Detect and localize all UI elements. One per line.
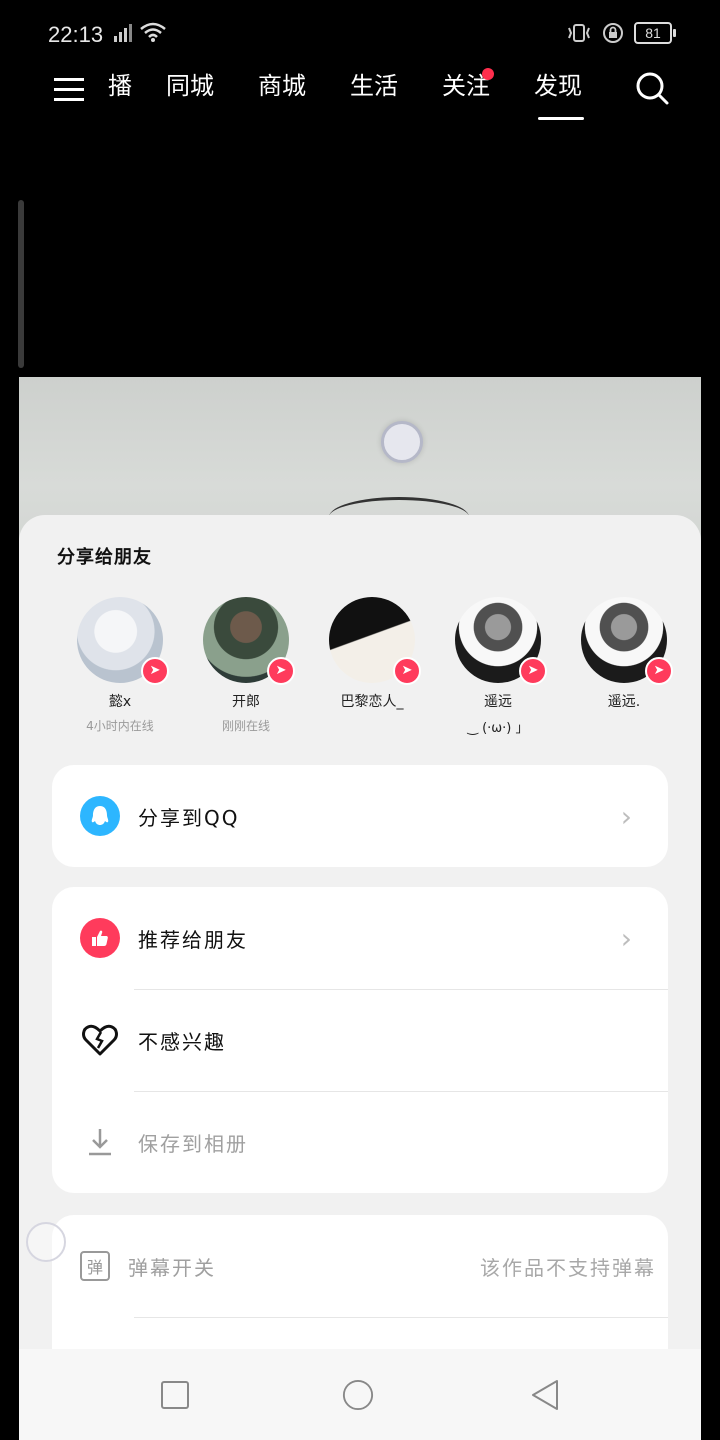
send-icon: ➤ — [141, 657, 169, 685]
tab-live[interactable]: 播 — [108, 64, 144, 108]
thumbs-up-icon — [80, 918, 120, 958]
friend-item[interactable] — [687, 597, 701, 747]
status-right-icons: 81 — [566, 22, 676, 44]
friend-name: 遥远 — [484, 694, 512, 710]
tab-mall[interactable]: 商城 — [236, 64, 328, 108]
qq-icon — [80, 796, 120, 836]
vibrate-icon — [568, 24, 590, 42]
friend-name: 懿x — [108, 694, 132, 710]
recommend-label: 推荐给朋友 — [138, 927, 248, 952]
save-to-album-label: 保存到相册 — [138, 1131, 248, 1156]
danmaku-row[interactable]: 弹 弹幕开关 该作品不支持弹幕 — [52, 1215, 668, 1317]
nav-tabs: 播 同城 商城 生活 关注 发现 — [108, 64, 604, 120]
danmaku-card: 弹 弹幕开关 该作品不支持弹幕 — [52, 1215, 668, 1355]
share-sheet: 分享给朋友 ➤ 懿x 4小时内在线 ➤ 开郎 刚刚在线 ➤ 巴黎恋人_ ➤ 遥远… — [19, 515, 701, 1355]
share-qq-row[interactable]: 分享到QQ › — [52, 765, 668, 867]
danmaku-icon: 弹 — [80, 1251, 110, 1281]
friend-item[interactable]: ➤ 懿x 4小时内在线 — [57, 597, 183, 747]
friend-name: 巴黎恋人_ — [340, 694, 404, 710]
home-icon[interactable] — [342, 1379, 374, 1411]
status-bar: 22:13 81 — [0, 0, 720, 64]
recommend-row[interactable]: 推荐给朋友 › — [52, 887, 668, 989]
recent-apps-icon[interactable] — [159, 1379, 191, 1411]
tab-nearby[interactable]: 同城 — [144, 64, 236, 108]
send-icon: ➤ — [267, 657, 295, 685]
friends-row[interactable]: ➤ 懿x 4小时内在线 ➤ 开郎 刚刚在线 ➤ 巴黎恋人_ ➤ 遥远 ‿ (·ω… — [57, 597, 701, 747]
friend-status: 4小时内在线 — [86, 719, 154, 733]
tab-discover[interactable]: 发现 — [512, 64, 604, 120]
send-icon: ➤ — [519, 657, 547, 685]
not-interested-label: 不感兴趣 — [138, 1029, 226, 1054]
chevron-right-icon: › — [620, 799, 632, 833]
battery-indicator: 81 — [634, 22, 676, 44]
sheet-title: 分享给朋友 — [57, 547, 152, 568]
wifi-icon — [140, 22, 166, 42]
touch-point-indicator — [381, 421, 423, 463]
menu-icon[interactable] — [54, 74, 84, 104]
friend-status: 刚刚在线 — [221, 719, 270, 733]
touch-point-indicator — [26, 1222, 66, 1262]
scroll-indicator[interactable] — [18, 200, 24, 368]
friend-name: 遥远. — [607, 694, 641, 710]
friend-item[interactable]: ➤ 开郎 刚刚在线 — [183, 597, 309, 747]
broken-heart-icon — [80, 1020, 120, 1060]
friend-item[interactable]: ➤ 巴黎恋人_ — [309, 597, 435, 747]
not-interested-row[interactable]: 不感兴趣 — [52, 989, 668, 1091]
send-icon: ➤ — [393, 657, 421, 685]
status-left-icons — [112, 22, 166, 42]
lock-rotation-icon — [603, 23, 623, 43]
friend-item[interactable]: ➤ 遥远 ‿ (·ω·) 」 — [435, 597, 561, 747]
friend-name-extra: ‿ (·ω·) 」 — [467, 721, 529, 736]
danmaku-label: 弹幕开关 — [128, 1255, 216, 1280]
top-nav: 播 同城 商城 生活 关注 发现 — [0, 64, 720, 124]
avatar: ➤ — [455, 597, 547, 685]
status-time: 22:13 — [48, 22, 104, 47]
danmaku-note: 该作品不支持弹幕 — [480, 1255, 656, 1280]
search-icon[interactable] — [634, 70, 670, 106]
share-qq-label: 分享到QQ — [138, 805, 240, 830]
system-nav-bar — [19, 1349, 701, 1440]
avatar: ➤ — [329, 597, 421, 685]
friend-name: 开郎 — [232, 694, 260, 710]
friend-item[interactable]: ➤ 遥远. — [561, 597, 687, 747]
avatar: ➤ — [581, 597, 673, 685]
avatar: ➤ — [203, 597, 295, 685]
share-qq-card: 分享到QQ › — [52, 765, 668, 867]
tab-following[interactable]: 关注 — [420, 64, 512, 108]
actions-card: 推荐给朋友 › 不感兴趣 保存到相册 — [52, 887, 668, 1193]
back-icon[interactable] — [529, 1379, 561, 1411]
signal-icon — [114, 24, 132, 42]
send-icon: ➤ — [645, 657, 673, 685]
chevron-right-icon: › — [620, 921, 632, 955]
download-icon — [80, 1122, 120, 1162]
save-to-album-row[interactable]: 保存到相册 — [52, 1091, 668, 1193]
tab-life[interactable]: 生活 — [328, 64, 420, 108]
notification-dot — [482, 68, 494, 80]
avatar: ➤ — [77, 597, 169, 685]
danmaku-icon-text: 弹 — [86, 1258, 103, 1277]
